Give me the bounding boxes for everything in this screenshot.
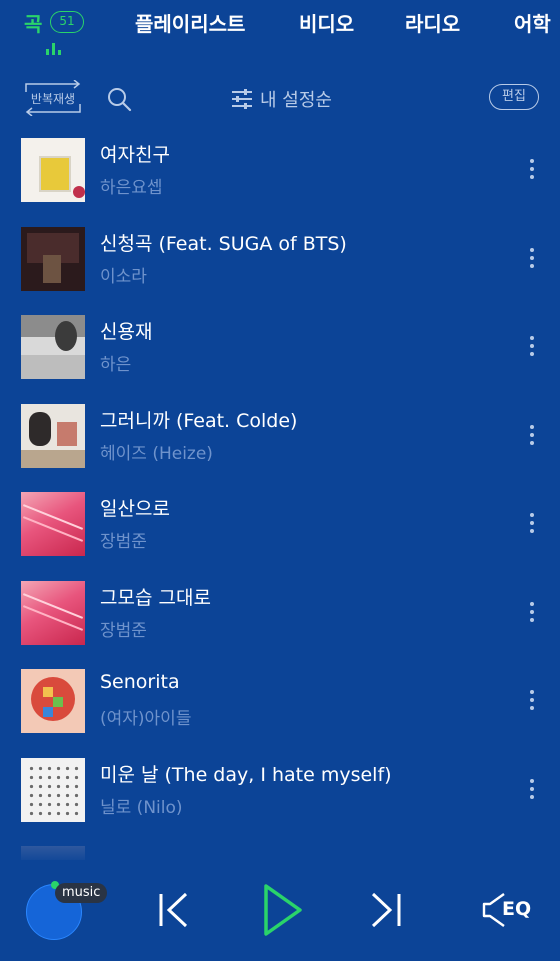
- song-title: 여자친구: [100, 144, 170, 166]
- tab-language[interactable]: 어학: [514, 8, 551, 37]
- song-row[interactable]: 일산으로 장범준: [0, 480, 560, 569]
- eq-button[interactable]: EQ: [482, 892, 534, 928]
- song-title: Senorita: [100, 671, 180, 693]
- song-title: 그모습 그대로: [100, 586, 211, 609]
- song-title: 미운 날 (The day, I hate myself): [100, 763, 392, 786]
- more-options-icon[interactable]: [522, 599, 542, 625]
- song-row[interactable]: Senorita (여자)아이들: [0, 657, 560, 746]
- song-row[interactable]: 미운 날 (The day, I hate myself) 닐로 (Nilo): [0, 746, 560, 835]
- album-cover: [21, 492, 85, 556]
- more-options-icon[interactable]: [522, 333, 542, 359]
- album-cover: [21, 669, 85, 733]
- tab-playlist[interactable]: 플레이리스트: [135, 8, 245, 37]
- song-row[interactable]: 신청곡 (Feat. SUGA of BTS) 이소라: [0, 215, 560, 304]
- song-artist: 닐로 (Nilo): [100, 797, 183, 818]
- song-artist: 장범준: [100, 620, 147, 641]
- song-artist: 하은: [100, 355, 132, 375]
- sliders-icon: [232, 89, 252, 109]
- album-cover: [21, 757, 85, 822]
- song-artist: 헤이즈 (Heize): [100, 443, 213, 464]
- mini-player: EQ: [0, 860, 560, 961]
- album-cover: [21, 403, 85, 468]
- edit-button[interactable]: 편집: [489, 84, 539, 110]
- more-options-icon[interactable]: [522, 156, 542, 182]
- song-title: 신청곡 (Feat. SUGA of BTS): [100, 232, 347, 255]
- music-source-label: music: [55, 883, 108, 903]
- song-title: 일산으로: [100, 498, 170, 520]
- song-row[interactable]: 그모습 그대로 장범준: [0, 569, 560, 658]
- tab-radio[interactable]: 라디오: [405, 8, 460, 37]
- more-options-icon[interactable]: [522, 510, 542, 536]
- song-list: 여자친구 하은요셉 신청곡 (Feat. SUGA of BTS) 이소라 신용…: [0, 126, 560, 860]
- more-options-icon[interactable]: [522, 422, 542, 448]
- more-options-icon[interactable]: [522, 776, 542, 802]
- more-options-icon[interactable]: [522, 245, 542, 271]
- search-button[interactable]: [106, 86, 132, 112]
- now-playing-bars-icon: [43, 41, 65, 55]
- song-title: 신용재: [100, 321, 153, 343]
- previous-track-icon[interactable]: [156, 890, 192, 930]
- tab-video[interactable]: 비디오: [299, 8, 354, 37]
- tab-songs[interactable]: 곡: [24, 8, 42, 37]
- song-row[interactable]: 신용재 하은: [0, 303, 560, 392]
- song-count-badge: 51: [50, 11, 84, 33]
- album-cover: [21, 580, 85, 645]
- song-row[interactable]: 여자친구 하은요셉: [0, 126, 560, 215]
- song-artist: 이소라: [100, 266, 147, 287]
- repeat-label: 반복재생: [30, 92, 76, 106]
- song-artist: (여자)아이들: [100, 709, 192, 729]
- song-artist: 장범준: [100, 532, 147, 552]
- album-cover: [21, 226, 85, 291]
- sort-label: 내 설정순: [260, 90, 332, 111]
- album-cover: [21, 315, 85, 379]
- song-artist: 하은요셉: [100, 178, 163, 198]
- song-title: 그러니까 (Feat. Colde): [100, 409, 298, 432]
- list-toolbar: 반복재생 내 설정순 편집: [0, 76, 560, 120]
- song-row[interactable]: 그러니까 (Feat. Colde) 헤이즈 (Heize): [0, 392, 560, 481]
- play-icon[interactable]: [262, 883, 306, 937]
- more-options-icon[interactable]: [522, 687, 542, 713]
- next-track-icon[interactable]: [368, 890, 404, 930]
- album-cover: [21, 138, 85, 202]
- top-navigation: 곡 51 플레이리스트 비디오 라디오 어학: [0, 0, 560, 60]
- search-icon: [108, 88, 132, 112]
- repeat-button[interactable]: 반복재생: [22, 80, 84, 116]
- eq-label: EQ: [502, 898, 532, 920]
